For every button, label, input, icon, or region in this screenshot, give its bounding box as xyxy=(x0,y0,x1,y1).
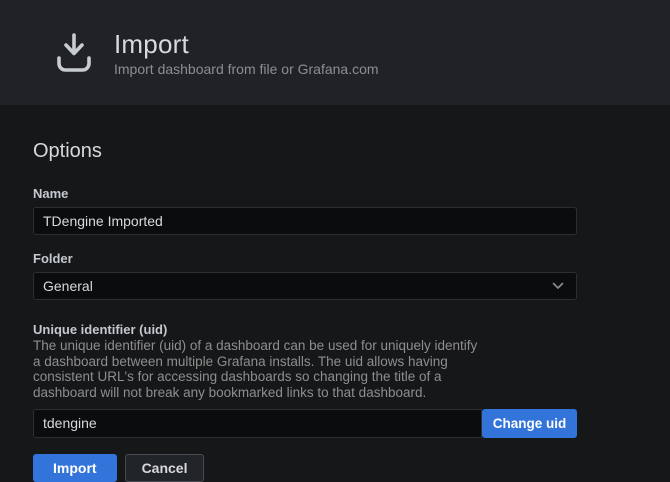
download-icon xyxy=(55,31,95,75)
change-uid-button[interactable]: Change uid xyxy=(482,409,577,438)
folder-field-group: Folder General xyxy=(33,251,577,300)
uid-description: The unique identifier (uid) of a dashboa… xyxy=(33,338,481,401)
folder-label: Folder xyxy=(33,251,577,266)
folder-select[interactable]: General xyxy=(33,272,577,300)
page-subtitle: Import dashboard from file or Grafana.co… xyxy=(114,61,379,77)
cancel-button[interactable]: Cancel xyxy=(125,454,205,482)
dashboard-name-input[interactable] xyxy=(33,207,577,235)
import-options-form: Options Name Folder General Unique ident… xyxy=(0,105,670,482)
uid-input[interactable] xyxy=(33,409,482,438)
chevron-down-icon xyxy=(552,282,564,290)
name-label: Name xyxy=(33,186,577,201)
page-header: Import Import dashboard from file or Gra… xyxy=(0,0,670,105)
page-title: Import xyxy=(114,29,379,59)
uid-label: Unique identifier (uid) xyxy=(33,322,577,337)
name-field-group: Name xyxy=(33,186,577,235)
form-actions: Import Cancel xyxy=(33,454,637,482)
folder-selected-value: General xyxy=(43,278,93,294)
import-button[interactable]: Import xyxy=(33,454,117,482)
options-heading: Options xyxy=(33,140,637,163)
uid-field-group: Unique identifier (uid) The unique ident… xyxy=(33,322,577,438)
